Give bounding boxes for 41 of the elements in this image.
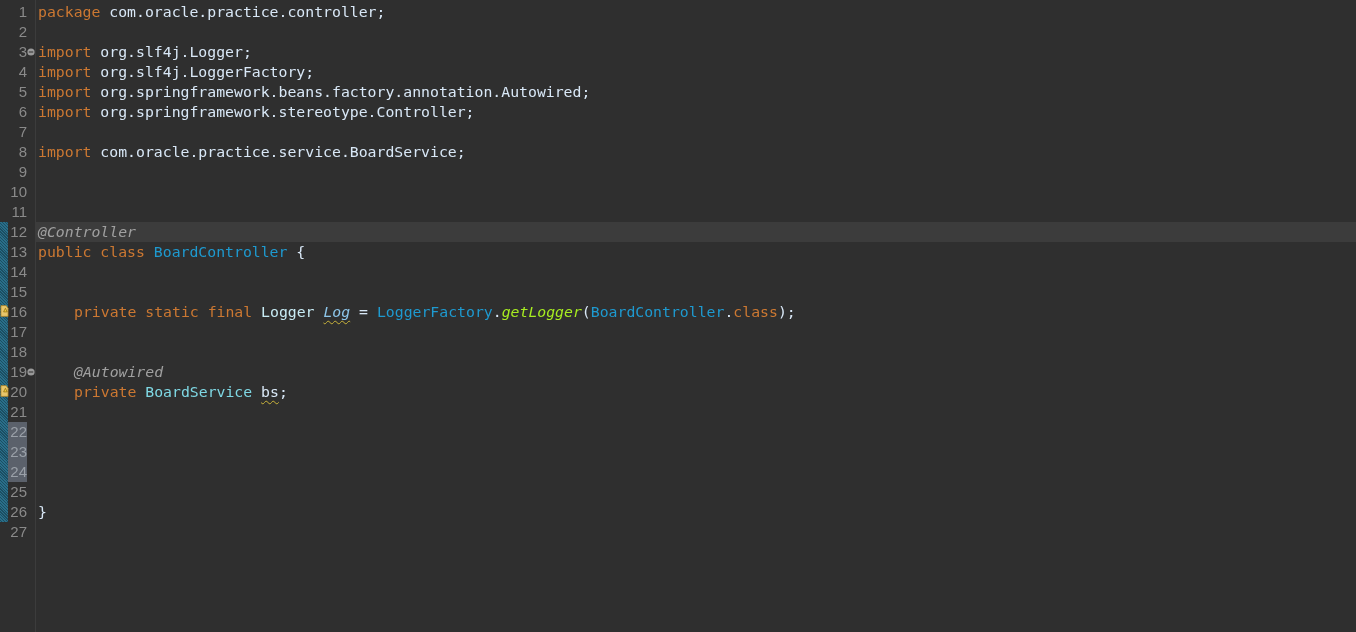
line-number: 23 <box>8 442 27 462</box>
line-number: 11 <box>10 202 27 222</box>
line-number: 14 <box>9 262 27 282</box>
line-number: 25 <box>9 482 27 502</box>
line-number: 12 <box>9 222 27 242</box>
line-number: 27 <box>9 522 27 542</box>
line-number: 13 <box>9 242 27 262</box>
code-line: @Autowired <box>74 363 164 381</box>
line-number: 22 <box>8 422 27 442</box>
line-number: 5 <box>17 82 27 102</box>
line-number: 8 <box>17 142 27 162</box>
line-number: 15 <box>9 282 27 302</box>
code-line: private BoardService bs; <box>74 383 288 401</box>
code-line: import org.slf4j.LoggerFactory; <box>38 63 315 81</box>
line-number: 7 <box>17 122 27 142</box>
code-line: public class BoardController { <box>38 243 306 261</box>
line-number: 2 <box>17 22 27 42</box>
code-line: private static final Logger Log = LoggerFactory.getLogger(BoardController.class); <box>74 303 796 321</box>
line-number: 21 <box>9 402 27 422</box>
code-line: import com.oracle.practice.service.BoardService; <box>38 143 466 161</box>
line-number: 16 <box>9 302 27 322</box>
line-number: 3 <box>17 42 27 62</box>
line-number: 26 <box>9 502 27 522</box>
line-number: 24 <box>8 462 27 482</box>
line-number: 9 <box>17 162 27 182</box>
code-line: @Controller <box>38 223 136 241</box>
code-line: import org.springframework.beans.factory.annotation.Autowired; <box>38 83 591 101</box>
line-number: 6 <box>17 102 27 122</box>
line-number: 10 <box>9 182 27 202</box>
code-line: import org.springframework.stereotype.Controller; <box>38 103 475 121</box>
collapse-icon[interactable] <box>27 48 35 56</box>
line-number: 19 <box>9 362 27 382</box>
line-number: 18 <box>9 342 27 362</box>
code-line: import org.slf4j.Logger; <box>38 43 252 61</box>
code-line: } <box>38 503 47 521</box>
line-number: 17 <box>9 322 27 342</box>
line-number: 1 <box>17 2 27 22</box>
line-number: 20 <box>9 382 27 402</box>
line-number: 4 <box>17 62 27 82</box>
code-line: package com.oracle.practice.controller; <box>38 3 386 21</box>
collapse-icon[interactable] <box>27 368 35 376</box>
